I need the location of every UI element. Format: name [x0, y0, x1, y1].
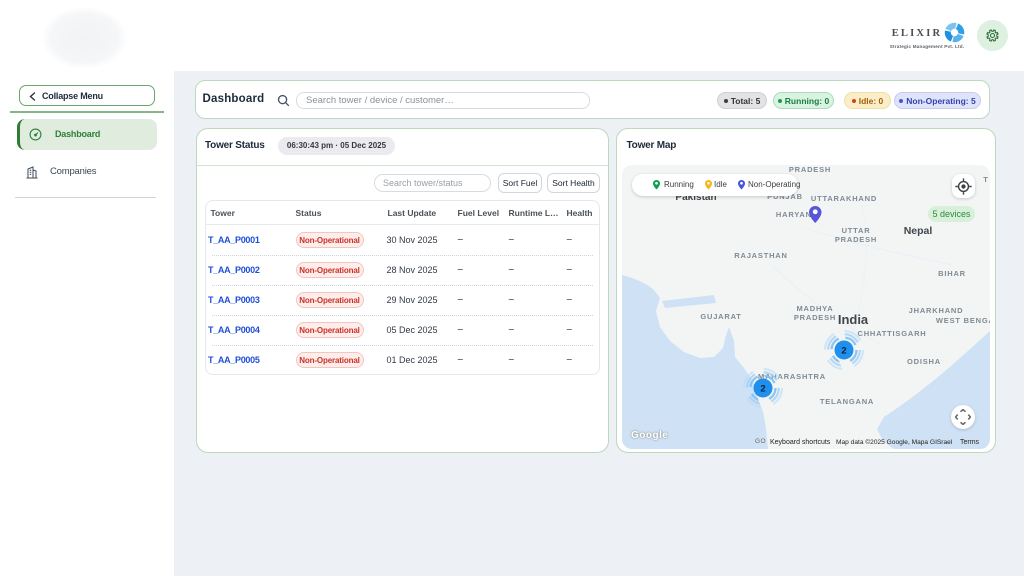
svg-text:2: 2 [841, 346, 846, 357]
svg-text:2: 2 [760, 384, 765, 395]
